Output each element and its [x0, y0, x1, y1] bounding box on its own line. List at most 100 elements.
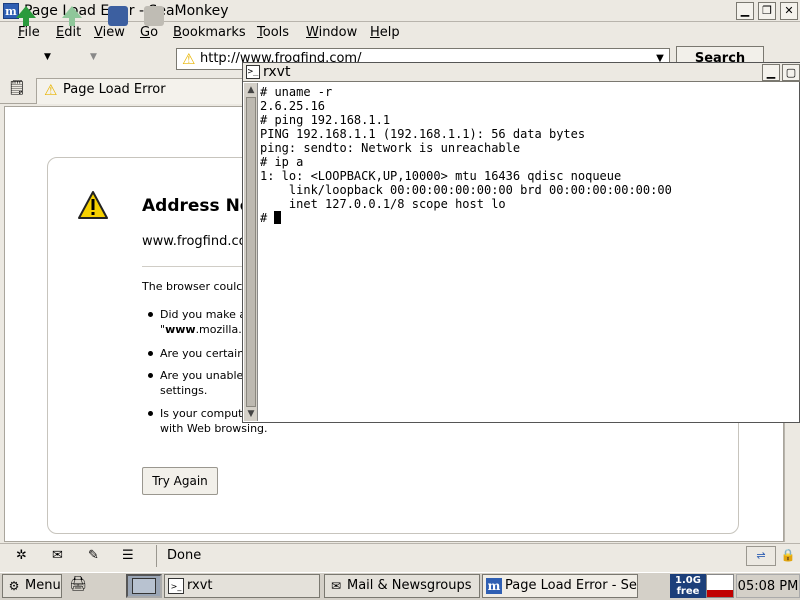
taskbar-item-label: Page Load Error - Se — [505, 578, 637, 593]
sidebar-toggle-icon[interactable]: 🗒 — [8, 80, 30, 100]
bullet-bold-text: www — [165, 323, 196, 336]
status-bar — [0, 543, 800, 569]
menu-label-rest: iew — [102, 25, 125, 40]
url-warning-icon: ⚠ — [182, 50, 196, 68]
bullet-line: Did you make a — [160, 308, 247, 321]
rxvt-minimize-icon[interactable]: ▁ — [762, 64, 780, 81]
terminal-prompt: # — [260, 211, 275, 225]
menu-label-rest: ools — [262, 25, 290, 40]
start-menu-button[interactable]: ⚙ Menu — [2, 574, 62, 598]
forward-dropdown-icon[interactable]: ▼ — [90, 52, 97, 62]
bullet-dot — [148, 373, 153, 378]
reload-icon[interactable] — [108, 6, 128, 26]
error-url: www.frogfind.co — [142, 234, 247, 249]
menu-bookmarks[interactable]: Bookmarks — [173, 25, 246, 40]
composer-icon[interactable]: ✎ — [88, 548, 99, 563]
bullet-line: "www.mozilla.c — [160, 323, 248, 336]
memory-label: free — [676, 586, 700, 597]
taskbar-item-label: Mail & Newsgroups — [347, 578, 472, 593]
terminal-line: link/loopback 00:00:00:00:00:00 brd 00:0… — [260, 183, 672, 197]
error-description: The browser coulc — [142, 280, 243, 293]
security-icon[interactable]: 🔒 — [778, 546, 798, 566]
start-menu-label: Menu — [25, 578, 61, 593]
close-icon[interactable]: ✕ — [780, 2, 798, 20]
menu-label-rest: indow — [318, 25, 358, 40]
bullet-line: settings. — [160, 384, 208, 397]
memory-value: 1.0G — [675, 575, 701, 586]
error-title: Address No — [142, 196, 252, 216]
menu-edit[interactable]: Edit — [56, 25, 81, 40]
cpu-usage-bar — [707, 590, 733, 597]
menu-mnemonic: W — [306, 25, 319, 40]
back-dropdown-icon[interactable]: ▼ — [44, 52, 51, 62]
rxvt-titlebar[interactable] — [243, 63, 800, 82]
terminal-line: ping: sendto: Network is unreachable — [260, 141, 521, 155]
menu-mnemonic: G — [140, 25, 151, 40]
menu-label-rest: dit — [64, 25, 82, 40]
terminal-output[interactable]: # uname -r 2.6.25.16 # ping 192.168.1.1 PIN… — [260, 85, 796, 421]
bullet-item: Are you unable settings. — [160, 368, 243, 398]
rxvt-title: rxvt — [263, 64, 291, 80]
warning-icon — [78, 191, 108, 219]
terminal-line: 2.6.25.16 — [260, 99, 326, 113]
menu-label-rest: elp — [379, 25, 400, 40]
menu-file[interactable]: File — [18, 25, 40, 40]
bullet-dot — [148, 351, 153, 356]
try-again-button[interactable]: Try Again — [142, 467, 218, 495]
tab-warning-icon: ⚠ — [44, 81, 58, 99]
bullet-dot — [148, 312, 153, 317]
menu-mnemonic: E — [56, 25, 65, 40]
menu-view[interactable]: View — [94, 25, 125, 40]
scroll-down-icon[interactable]: ▼ — [245, 408, 257, 420]
tab-label: Page Load Error — [63, 82, 166, 97]
terminal-cursor — [274, 211, 282, 224]
menu-mnemonic: B — [173, 25, 182, 40]
terminal-line: # ping 192.168.1.1 — [260, 113, 391, 127]
scroll-up-icon[interactable]: ▲ — [245, 84, 257, 96]
seamonkey-icon: m — [486, 578, 502, 594]
bullet-line: Are you unable — [160, 369, 244, 382]
menu-mnemonic: V — [94, 25, 103, 40]
minimize-icon[interactable]: ▁ — [736, 2, 754, 20]
menu-tools[interactable]: Tools — [257, 25, 289, 40]
rxvt-maximize-icon[interactable]: ▢ — [782, 64, 800, 81]
start-menu-icon: ⚙ — [8, 579, 20, 593]
bullet-line: with Web browsing. — [160, 422, 268, 435]
menu-label-rest: ile — [24, 25, 40, 40]
terminal-prompt-line: # — [260, 211, 796, 225]
terminal-line: PING 192.168.1.1 (192.168.1.1): 56 data … — [260, 127, 586, 141]
menu-label-rest: o — [150, 25, 159, 40]
menu-go[interactable]: Go — [140, 25, 158, 40]
terminal-scroll-thumb[interactable] — [246, 97, 256, 407]
bullet-dot — [148, 411, 153, 416]
terminal-icon: >_ — [168, 578, 184, 594]
taskbar-item-label: rxvt — [187, 578, 213, 593]
taskbar-item-mail[interactable]: ✉ Mail & Newsgroups — [324, 574, 480, 598]
mail-newsgroups-icon: ✉ — [330, 579, 342, 593]
clock[interactable]: 05:08 PM — [736, 574, 800, 598]
terminal-line: 1: lo: <LOOPBACK,UP,10000> mtu 16436 qdi… — [260, 169, 622, 183]
bullet-item: Did you make a "www.mozilla.c — [160, 307, 248, 337]
mail-icon[interactable]: ✉ — [52, 548, 63, 563]
bullet-item: Are you certain — [160, 347, 245, 360]
navigator-icon[interactable]: ✲ — [16, 548, 27, 563]
terminal-line: # uname -r — [260, 85, 333, 99]
bullet-line-rest: .mozilla.c — [195, 323, 248, 336]
taskbar-item-rxvt[interactable]: >_ rxvt — [164, 574, 320, 598]
terminal-line: inet 127.0.0.1/8 scope host lo — [260, 197, 506, 211]
restore-icon[interactable]: ❐ — [758, 2, 776, 20]
menu-window[interactable]: Window — [306, 25, 357, 40]
address-book-icon[interactable]: ☰ — [122, 548, 134, 563]
menu-help[interactable]: Help — [370, 25, 400, 40]
terminal-icon[interactable]: >_ — [246, 65, 260, 79]
launcher-icon[interactable]: 🖨 — [66, 576, 90, 596]
online-status-icon[interactable]: ⇌ — [746, 546, 776, 566]
status-text: Done — [167, 548, 202, 563]
seamonkey-app-icon[interactable]: m — [3, 3, 19, 19]
pager-window-thumbnail — [132, 578, 156, 594]
menu-mnemonic: H — [370, 25, 380, 40]
stop-icon[interactable] — [144, 6, 164, 26]
memory-monitor: 1.0G free — [670, 574, 706, 598]
taskbar-item-seamonkey[interactable]: m Page Load Error - Se — [482, 574, 638, 598]
terminal-line: # ip a — [260, 155, 304, 169]
